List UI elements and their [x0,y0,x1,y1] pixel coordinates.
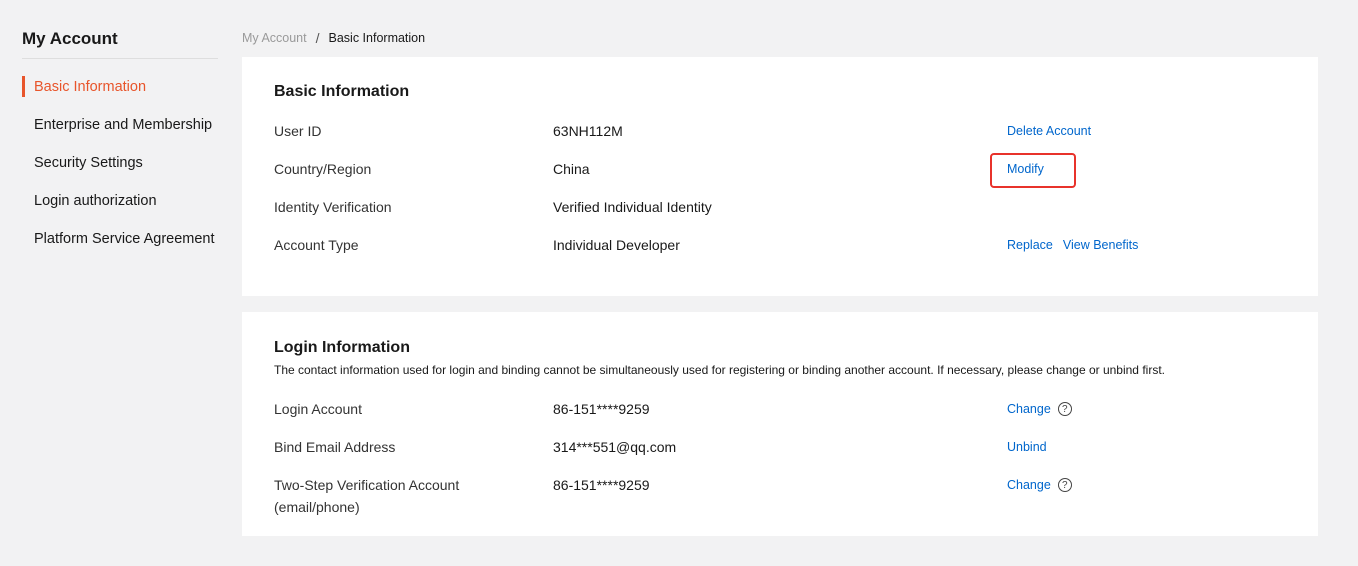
login-information-card: Login Information The contact informatio… [242,312,1318,536]
change-login-account-link[interactable]: Change [1007,402,1051,416]
delete-account-link[interactable]: Delete Account [1007,124,1091,138]
breadcrumb: My Account / Basic Information [242,30,425,46]
country-region-row: Country/Region China Modify [274,158,1286,180]
account-type-label: Account Type [274,237,359,253]
modify-highlight-box [990,153,1076,188]
user-id-label: User ID [274,123,322,139]
bind-email-row: Bind Email Address 314***551@qq.com Unbi… [274,436,1286,458]
login-information-title: Login Information [274,339,410,356]
login-account-row: Login Account 86-151****9259 Change ? [274,398,1286,420]
replace-account-type-link[interactable]: Replace [1007,238,1053,252]
login-information-description: The contact information used for login a… [274,363,1165,377]
sidebar-item-platform-service-agreement[interactable]: Platform Service Agreement [22,220,218,258]
view-benefits-link[interactable]: View Benefits [1063,238,1139,252]
change-two-step-link[interactable]: Change [1007,478,1051,492]
bind-email-value: 314***551@qq.com [553,439,677,455]
sidebar-item-enterprise-membership[interactable]: Enterprise and Membership [22,106,218,144]
sidebar-nav: Basic Information Enterprise and Members… [22,68,218,258]
sidebar-item-basic-information[interactable]: Basic Information [22,68,218,106]
identity-verification-value: Verified Individual Identity [553,199,712,215]
two-step-verification-label-line2: (email/phone) [274,499,360,515]
user-id-row: User ID 63NH112M Delete Account [274,120,1286,142]
sidebar: My Account Basic Information Enterprise … [22,0,218,258]
two-step-verification-value: 86-151****9259 [553,477,650,493]
help-icon[interactable]: ? [1057,478,1072,492]
two-step-verification-label-line1: Two-Step Verification Account [274,477,460,493]
unbind-email-link[interactable]: Unbind [1007,440,1047,454]
breadcrumb-current: Basic Information [328,31,426,45]
country-region-label: Country/Region [274,161,372,177]
login-account-label: Login Account [274,401,362,417]
sidebar-item-security-settings[interactable]: Security Settings [22,144,218,182]
breadcrumb-home-link[interactable]: My Account [242,31,307,45]
sidebar-title: My Account [22,0,218,59]
basic-information-title: Basic Information [274,83,410,100]
basic-information-card: Basic Information User ID 63NH112M Delet… [242,57,1318,296]
identity-verification-label: Identity Verification [274,199,392,215]
two-step-verification-label: Two-Step Verification Account (email/pho… [274,474,459,518]
user-id-value: 63NH112M [553,123,623,139]
account-type-row: Account Type Individual Developer Replac… [274,234,1286,256]
login-account-value: 86-151****9259 [553,401,650,417]
account-type-value: Individual Developer [553,237,680,253]
country-region-value: China [553,161,590,177]
identity-verification-row: Identity Verification Verified Individua… [274,196,1286,218]
sidebar-item-login-authorization[interactable]: Login authorization [22,182,218,220]
help-icon[interactable]: ? [1057,402,1072,416]
two-step-verification-row: Two-Step Verification Account (email/pho… [274,474,1286,518]
breadcrumb-separator: / [315,30,320,46]
bind-email-label: Bind Email Address [274,439,396,455]
